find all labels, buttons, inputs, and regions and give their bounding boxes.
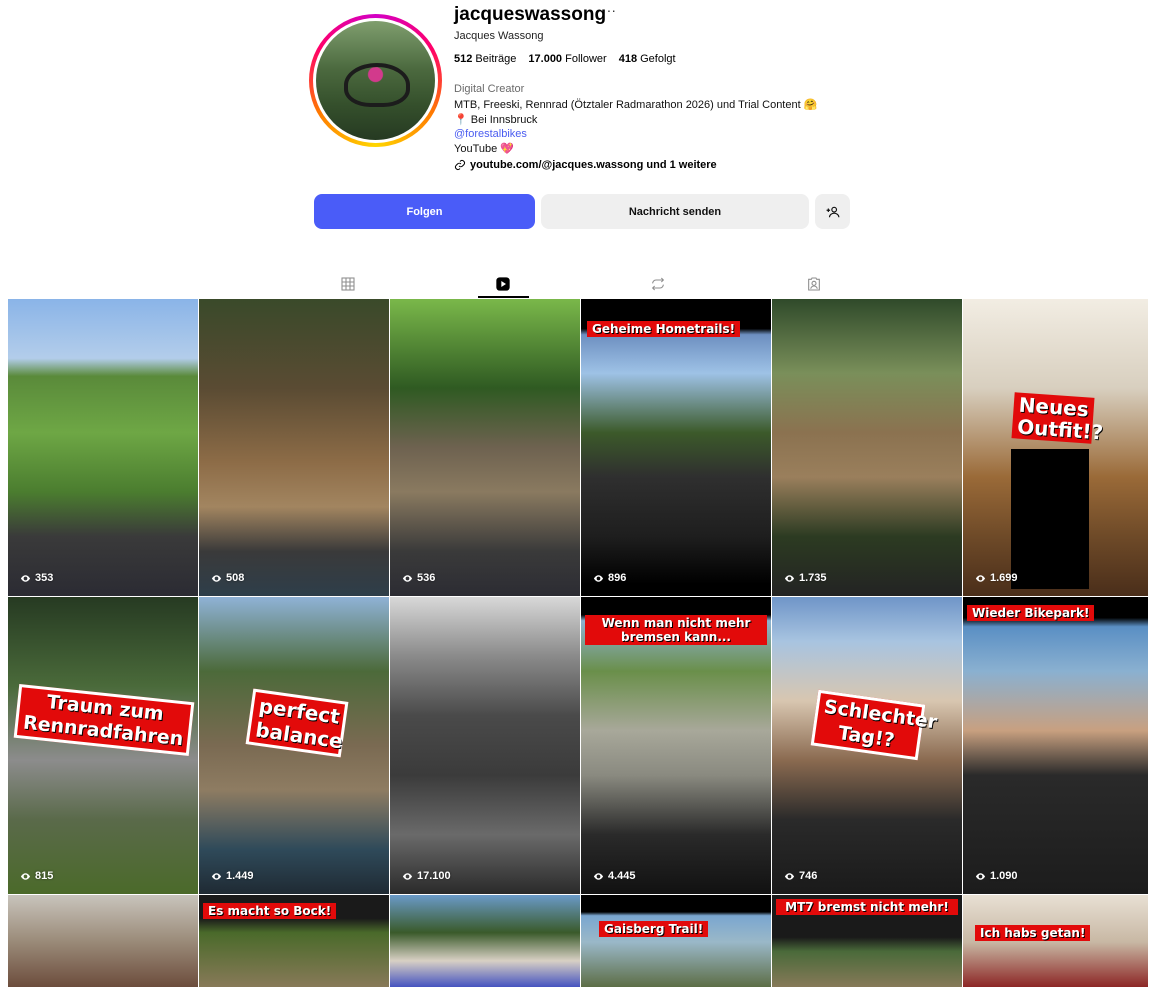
reel-tile[interactable]: Geheime Hometrails! 896: [581, 299, 771, 596]
reel-caption: Gaisberg Trail!: [599, 921, 709, 937]
profile-external-link[interactable]: youtube.com/@jacques.wassong und 1 weite…: [454, 159, 717, 171]
view-count: 17.100: [402, 870, 451, 882]
reel-tile[interactable]: Wieder Bikepark! 1.090: [963, 597, 1148, 894]
profile-category: Digital Creator: [454, 83, 525, 95]
eye-icon: [784, 872, 795, 880]
reel-tile[interactable]: MT7 bremst nicht mehr!: [772, 895, 962, 987]
reel-caption: MT7 bremst nicht mehr!: [776, 899, 958, 915]
eye-icon: [784, 574, 795, 582]
tab-reposts[interactable]: [633, 270, 683, 298]
reel-tile[interactable]: 508: [199, 299, 389, 596]
reel-caption: Wenn man nicht mehr bremsen kann...: [585, 615, 767, 645]
eye-icon: [20, 574, 31, 582]
bio-line: MTB, Freeski, Rennrad (Ötztaler Radmarat…: [454, 99, 818, 111]
view-count: 1.735: [784, 572, 827, 584]
view-count: 4.445: [593, 870, 636, 882]
profile-avatar[interactable]: [309, 14, 442, 147]
external-link-text: youtube.com/@jacques.wassong und 1 weite…: [470, 159, 717, 171]
reel-tile[interactable]: perfect balance 1.449: [199, 597, 389, 894]
view-count: 1.090: [975, 870, 1018, 882]
add-user-icon: [826, 206, 839, 217]
reel-tile[interactable]: Es macht so Bock!: [199, 895, 389, 987]
eye-icon: [20, 872, 31, 880]
follow-button[interactable]: Folgen: [314, 194, 535, 229]
bio-location: 📍 Bei Innsbruck: [454, 113, 538, 126]
reel-tile[interactable]: Ich habs getan!: [963, 895, 1148, 987]
eye-icon: [593, 574, 604, 582]
followers-stat[interactable]: 17.000 Follower: [528, 53, 606, 65]
eye-icon: [593, 872, 604, 880]
reel-tile[interactable]: Traum zum Rennradfahren 815: [8, 597, 198, 894]
reel-caption: Geheime Hometrails!: [587, 321, 741, 337]
tab-reels[interactable]: [478, 270, 528, 298]
view-count: 815: [20, 870, 53, 882]
reel-caption: Traum zum Rennradfahren: [13, 683, 195, 757]
tagged-icon: [808, 277, 820, 291]
bio-mention-link[interactable]: @forestalbikes: [454, 127, 817, 142]
black-overlay: [1011, 449, 1089, 589]
send-message-button[interactable]: Nachricht senden: [541, 194, 809, 229]
more-options-icon[interactable]: ···: [602, 2, 616, 18]
reel-tile[interactable]: Wenn man nicht mehr bremsen kann... 4.44…: [581, 597, 771, 894]
reel-tile[interactable]: 353: [8, 299, 198, 596]
tab-posts[interactable]: [323, 270, 373, 298]
profile-stats: 512 Beiträge 17.000 Follower 418 Gefolgt: [454, 53, 676, 65]
reel-caption: Es macht so Bock!: [203, 903, 337, 919]
suggested-users-button[interactable]: [815, 194, 850, 229]
reel-tile[interactable]: [8, 895, 198, 987]
reel-caption: Neues Outfit!?: [1011, 392, 1104, 444]
reels-icon: [496, 277, 510, 291]
repost-icon: [651, 277, 665, 291]
view-count: 536: [402, 572, 435, 584]
eye-icon: [975, 872, 986, 880]
eye-icon: [211, 574, 222, 582]
view-count: 1.449: [211, 870, 254, 882]
reel-tile[interactable]: Gaisberg Trail!: [581, 895, 771, 987]
reels-grid: 353 508 536 Geheime Hometrails! 896 1.73…: [8, 299, 1149, 987]
bio-line: YouTube 💖: [454, 142, 514, 155]
eye-icon: [402, 574, 413, 582]
grid-icon: [341, 277, 355, 291]
reel-tile[interactable]: Neues Outfit!? 1.699: [963, 299, 1148, 596]
view-count: 896: [593, 572, 626, 584]
reel-caption: perfect balance: [245, 688, 349, 758]
reel-caption: Schlechter Tag!?: [810, 689, 939, 761]
profile-bio: MTB, Freeski, Rennrad (Ötztaler Radmarat…: [454, 98, 817, 156]
view-count: 1.699: [975, 572, 1018, 584]
reel-tile[interactable]: [390, 895, 580, 987]
posts-stat[interactable]: 512 Beiträge: [454, 53, 516, 65]
reel-tile[interactable]: 1.735: [772, 299, 962, 596]
active-tab-indicator: [478, 296, 529, 298]
view-count: 508: [211, 572, 244, 584]
reel-caption: Wieder Bikepark!: [967, 605, 1095, 621]
reel-tile[interactable]: 536: [390, 299, 580, 596]
view-count: 746: [784, 870, 817, 882]
reel-tile[interactable]: Schlechter Tag!? 746: [772, 597, 962, 894]
following-stat[interactable]: 418 Gefolgt: [619, 53, 676, 65]
reel-tile[interactable]: 17.100: [390, 597, 580, 894]
link-icon: [455, 160, 465, 170]
profile-full-name: Jacques Wassong: [454, 30, 544, 42]
profile-username: jacqueswassong: [454, 4, 607, 25]
eye-icon: [211, 872, 222, 880]
eye-icon: [975, 574, 986, 582]
tab-tagged[interactable]: [789, 270, 839, 298]
view-count: 353: [20, 572, 53, 584]
reel-caption: Ich habs getan!: [975, 925, 1091, 941]
eye-icon: [402, 872, 413, 880]
